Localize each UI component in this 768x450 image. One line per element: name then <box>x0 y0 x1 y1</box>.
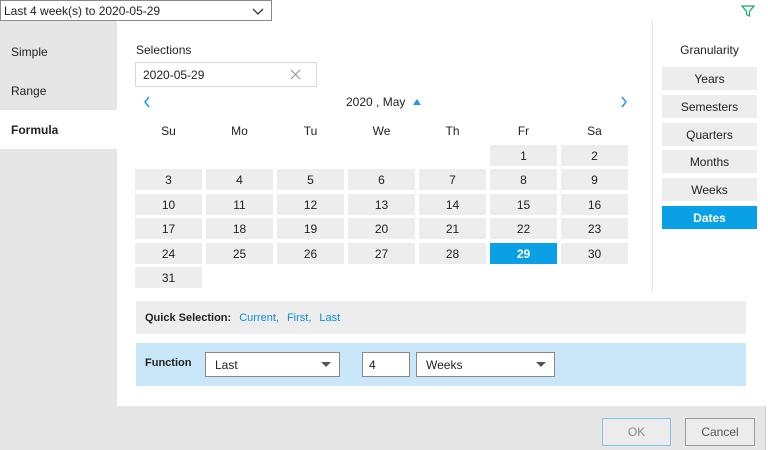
calendar-day[interactable]: 23 <box>561 218 628 239</box>
calendar-day[interactable]: 16 <box>561 194 628 215</box>
calendar-day[interactable]: 1 <box>490 145 557 166</box>
dropdown-arrow-icon <box>321 362 331 367</box>
quick-link-first[interactable]: First, <box>287 312 311 324</box>
granularity-quarters-button[interactable]: Quarters <box>662 123 757 146</box>
granularity-weeks-button[interactable]: Weeks <box>662 178 757 201</box>
calendar-day[interactable]: 19 <box>277 218 344 239</box>
tab-formula[interactable]: Formula <box>0 110 117 149</box>
granularity-months-button[interactable]: Months <box>662 150 757 173</box>
ok-button-label: OK <box>627 425 646 439</box>
calendar-day[interactable]: 3 <box>135 169 202 190</box>
quick-link-last[interactable]: Last <box>319 312 340 324</box>
calendar-day[interactable]: 9 <box>561 169 628 190</box>
function-label: Function <box>145 357 192 369</box>
quick-link-current[interactable]: Current, <box>239 312 279 324</box>
function-bar: Function Last 4 Weeks <box>136 343 746 386</box>
calendar-day-selected[interactable]: 29 <box>490 243 557 264</box>
cancel-button[interactable]: Cancel <box>685 418 755 446</box>
calendar-day[interactable]: 10 <box>135 194 202 215</box>
weekday-header: Tu <box>303 124 318 138</box>
calendar-day[interactable]: 14 <box>419 194 486 215</box>
calendar-day[interactable]: 21 <box>419 218 486 239</box>
calendar-day[interactable]: 31 <box>135 267 202 288</box>
weekday-header: Su <box>161 124 176 138</box>
previous-month-icon[interactable] <box>142 95 152 109</box>
calendar-day[interactable]: 8 <box>490 169 557 190</box>
date-filter-value: Last 4 week(s) to 2020-05-29 <box>4 3 161 18</box>
calendar-day[interactable]: 26 <box>277 243 344 264</box>
weekday-header: We <box>372 124 391 138</box>
caret-up-icon <box>413 99 422 105</box>
selections-heading: Selections <box>136 43 192 57</box>
date-filter-select[interactable]: Last 4 week(s) to 2020-05-29 <box>0 0 272 21</box>
granularity-semesters-button[interactable]: Semesters <box>662 95 757 118</box>
tab-simple-label: Simple <box>11 44 48 59</box>
function-unit-select[interactable]: Weeks <box>416 352 555 377</box>
selected-date-value: 2020-05-29 <box>143 67 205 82</box>
function-unit-value: Weeks <box>426 357 463 372</box>
function-count-input[interactable]: 4 <box>362 352 410 377</box>
filter-icon[interactable] <box>741 4 755 18</box>
granularity-heading: Granularity <box>680 43 739 57</box>
quick-selection-label: Quick Selection: <box>145 311 232 324</box>
calendar-day[interactable]: 27 <box>348 243 415 264</box>
cancel-button-label: Cancel <box>701 425 739 439</box>
tab-range[interactable]: Range <box>0 71 117 110</box>
calendar-day[interactable]: 17 <box>135 218 202 239</box>
weekday-header: Th <box>445 124 460 138</box>
quick-selection-bar: Quick Selection: Current, First, Last <box>136 301 746 334</box>
chevron-down-icon <box>252 8 264 15</box>
calendar-day[interactable]: 22 <box>490 218 557 239</box>
calendar-day[interactable]: 24 <box>135 243 202 264</box>
calendar-day[interactable]: 30 <box>561 243 628 264</box>
main-content: Selections 2020-05-29 2020 , May Su Mo Tu W… <box>117 21 766 406</box>
date-picker-panel: Simple Range Formula Selections 2020-05-… <box>0 21 766 450</box>
weekday-header: Mo <box>231 124 248 138</box>
calendar-day[interactable]: 11 <box>206 194 273 215</box>
granularity-dates-button[interactable]: Dates <box>662 206 757 229</box>
calendar-day[interactable]: 7 <box>419 169 486 190</box>
weekday-header: Sa <box>587 124 602 138</box>
granularity-years-button[interactable]: Years <box>662 67 757 90</box>
calendar-day[interactable]: 28 <box>419 243 486 264</box>
weekday-header: Fr <box>517 124 530 138</box>
month-year-text: 2020 , May <box>346 95 406 109</box>
ok-button[interactable]: OK <box>602 418 671 446</box>
calendar-day[interactable]: 6 <box>348 169 415 190</box>
calendar-day[interactable]: 12 <box>277 194 344 215</box>
calendar-day[interactable]: 5 <box>277 169 344 190</box>
next-month-icon[interactable] <box>619 95 629 109</box>
function-count-value: 4 <box>369 357 376 372</box>
calendar-day[interactable]: 25 <box>206 243 273 264</box>
dropdown-arrow-icon <box>536 362 546 367</box>
mode-tabs: Simple Range Formula <box>0 21 117 406</box>
function-mode-value: Last <box>215 357 238 372</box>
calendar-day[interactable]: 4 <box>206 169 273 190</box>
calendar-day[interactable]: 20 <box>348 218 415 239</box>
month-year-label[interactable]: 2020 , May <box>346 95 422 109</box>
tab-formula-label: Formula <box>11 122 59 137</box>
calendar-day[interactable]: 18 <box>206 218 273 239</box>
selected-date-input[interactable]: 2020-05-29 <box>135 62 317 87</box>
function-mode-select[interactable]: Last <box>205 352 340 377</box>
tab-simple[interactable]: Simple <box>0 32 117 71</box>
calendar-day[interactable]: 15 <box>490 194 557 215</box>
tab-range-label: Range <box>11 83 47 98</box>
divider <box>652 21 653 291</box>
clear-icon[interactable] <box>289 68 302 81</box>
calendar-day[interactable]: 2 <box>561 145 628 166</box>
calendar-day[interactable]: 13 <box>348 194 415 215</box>
